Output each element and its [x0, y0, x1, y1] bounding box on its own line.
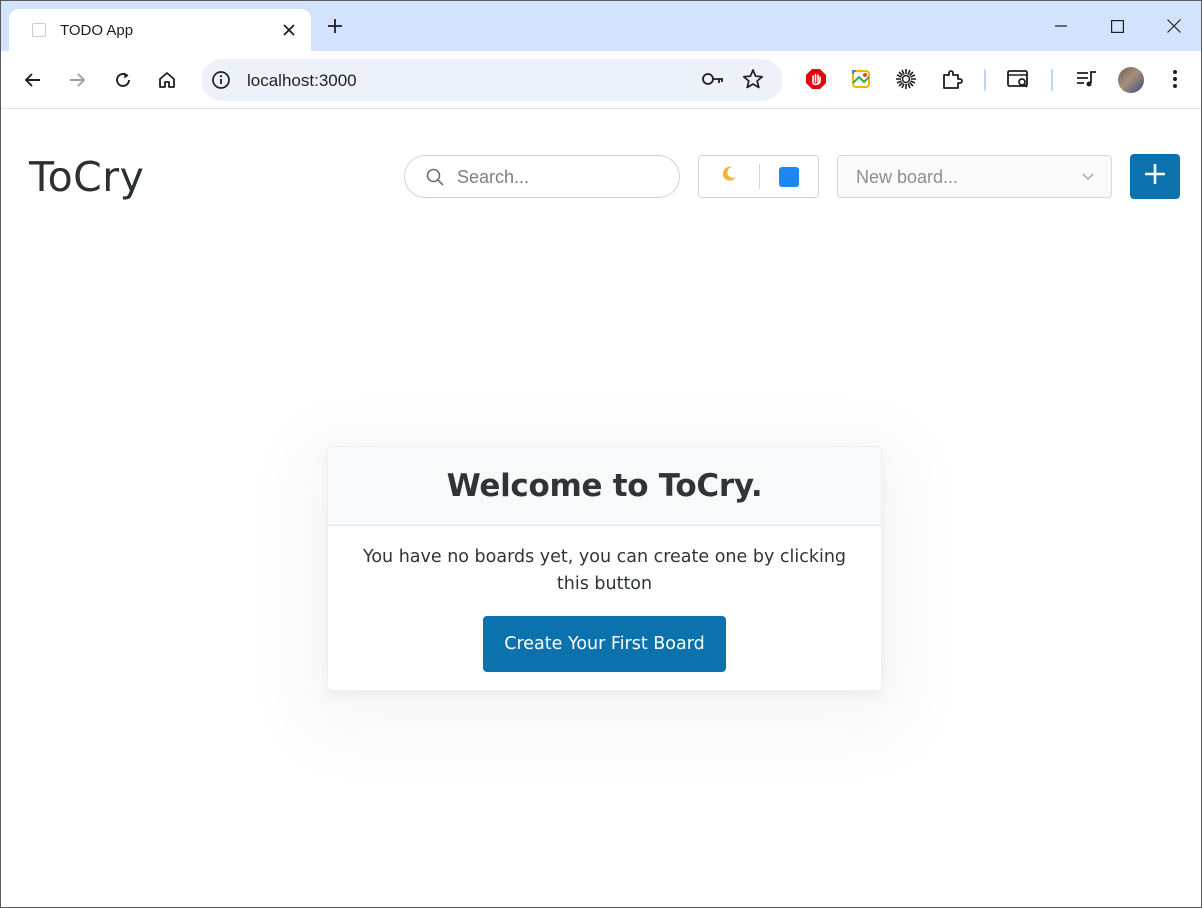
search-icon — [425, 167, 445, 192]
reload-button[interactable] — [108, 65, 138, 95]
maximize-button[interactable] — [1099, 11, 1135, 41]
home-button[interactable] — [152, 65, 182, 95]
address-bar[interactable]: localhost:3000 — [201, 59, 783, 101]
welcome-card-header: Welcome to ToCry. — [328, 447, 881, 526]
theme-color-swatch[interactable] — [779, 167, 799, 187]
forward-button[interactable] — [62, 65, 92, 95]
create-first-board-button[interactable]: Create Your First Board — [483, 616, 726, 672]
site-info-icon[interactable] — [211, 70, 231, 90]
browser-toolbar: localhost:3000 — [1, 51, 1201, 109]
theme-toggle-group — [698, 155, 819, 198]
bookmark-star-icon[interactable] — [742, 68, 764, 95]
plus-icon — [1144, 163, 1166, 190]
search-input[interactable] — [455, 156, 669, 199]
sunburst-extension-icon[interactable] — [893, 66, 919, 92]
minimize-button[interactable] — [1043, 11, 1079, 41]
tab-strip: TODO App — [1, 1, 1201, 51]
back-button[interactable] — [18, 65, 48, 95]
browser-window: TODO App localhost:3000 ToCry Search... … — [0, 0, 1202, 908]
app-page: ToCry New board... — [1, 110, 1201, 907]
tab-title: TODO App — [60, 21, 134, 39]
welcome-card-body: You have no boards yet, you can create o… — [328, 526, 881, 672]
extensions-puzzle-icon[interactable] — [939, 66, 965, 92]
chevron-down-icon — [1081, 169, 1095, 188]
welcome-card: Welcome to ToCry. You have no boards yet… — [328, 447, 881, 690]
moon-icon — [720, 165, 738, 188]
close-tab-icon[interactable] — [279, 20, 299, 40]
tab-todo-app[interactable]: TODO App — [9, 9, 311, 51]
board-select-placeholder: New board... — [856, 167, 959, 187]
divider — [759, 164, 760, 189]
url-text: localhost:3000 — [247, 71, 357, 90]
browser-menu-icon[interactable] — [1162, 66, 1188, 92]
search-box[interactable] — [404, 155, 680, 199]
app-logo-title[interactable]: ToCry — [29, 153, 144, 201]
new-tab-button[interactable] — [323, 14, 347, 38]
toolbar-divider — [1051, 69, 1053, 91]
color-picker-extension-icon[interactable] — [848, 66, 874, 92]
profile-avatar[interactable] — [1118, 67, 1144, 93]
password-key-icon[interactable] — [701, 69, 725, 94]
welcome-message: You have no boards yet, you can create o… — [362, 547, 847, 594]
favicon-icon — [32, 23, 46, 37]
dark-mode-toggle[interactable] — [699, 156, 759, 197]
toolbar-divider — [984, 69, 986, 91]
add-board-button[interactable] — [1130, 154, 1180, 199]
tab-search-icon[interactable] — [1006, 66, 1032, 92]
close-window-button[interactable] — [1156, 11, 1192, 41]
media-control-icon[interactable] — [1074, 66, 1100, 92]
welcome-title: Welcome to ToCry. — [446, 468, 763, 504]
board-select[interactable]: New board... — [837, 155, 1112, 198]
adblock-extension-icon[interactable] — [803, 66, 829, 92]
